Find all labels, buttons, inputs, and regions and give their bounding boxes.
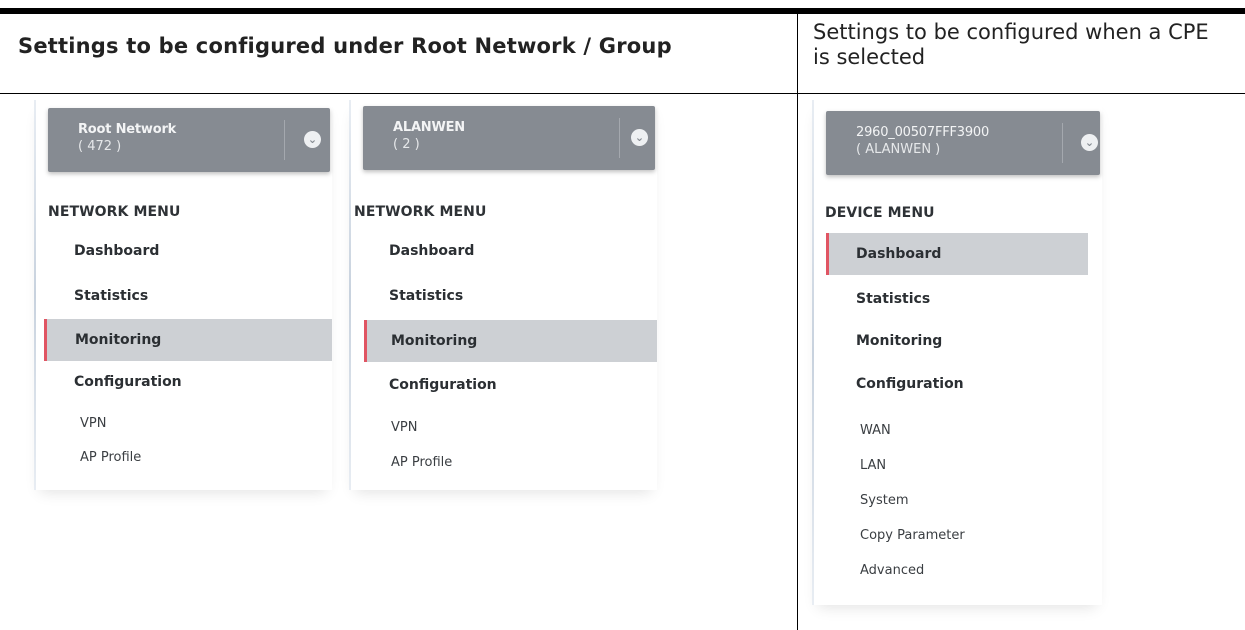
- selector-name: Root Network: [78, 122, 177, 137]
- selector-count: ( 2 ): [393, 137, 420, 152]
- menu-item-dashboard[interactable]: Dashboard: [74, 230, 332, 272]
- submenu-item-vpn[interactable]: VPN: [80, 416, 106, 431]
- menu-item-statistics[interactable]: Statistics: [74, 275, 332, 317]
- menu-item-statistics[interactable]: Statistics: [856, 278, 1088, 320]
- header-root-network-group: Settings to be configured under Root Net…: [18, 34, 672, 58]
- settings-table: Settings to be configured under Root Net…: [0, 0, 1245, 630]
- selector-divider: [284, 120, 285, 160]
- menu-item-monitoring[interactable]: Monitoring: [856, 320, 1088, 362]
- menu-item-monitoring[interactable]: Monitoring: [364, 320, 657, 362]
- menu-item-dashboard[interactable]: Dashboard: [389, 230, 657, 272]
- menu-item-dashboard[interactable]: Dashboard: [826, 233, 1088, 275]
- sidebar-root-network: Root Network ( 472 ) ⌄ NETWORK MENU Dash…: [34, 100, 332, 490]
- selector-name: 2960_00507FFF3900: [856, 125, 990, 140]
- table-column-divider: [797, 8, 798, 630]
- menu-item-configuration[interactable]: Configuration: [856, 363, 1088, 405]
- menu-heading: NETWORK MENU: [48, 204, 181, 220]
- chevron-down-circle-icon[interactable]: ⌄: [304, 131, 321, 148]
- menu-item-configuration[interactable]: Configuration: [74, 361, 332, 403]
- selector-count: ( ALANWEN ): [856, 142, 941, 157]
- selector-name: ALANWEN: [393, 120, 465, 135]
- selector-divider: [1062, 123, 1063, 163]
- table-top-border: [0, 8, 1245, 14]
- submenu-item-advanced[interactable]: Advanced: [860, 563, 924, 578]
- chevron-down-circle-icon[interactable]: ⌄: [631, 129, 648, 146]
- submenu-item-ap-profile[interactable]: AP Profile: [80, 450, 141, 465]
- network-selector[interactable]: Root Network ( 472 ) ⌄: [48, 108, 330, 172]
- submenu-item-vpn[interactable]: VPN: [391, 420, 417, 435]
- device-selector[interactable]: 2960_00507FFF3900 ( ALANWEN ) ⌄: [826, 111, 1100, 175]
- header-cpe-selected: Settings to be configured when a CPE is …: [813, 20, 1209, 69]
- submenu-item-lan[interactable]: LAN: [860, 458, 886, 473]
- chevron-down-circle-icon[interactable]: ⌄: [1081, 134, 1098, 151]
- submenu-item-ap-profile[interactable]: AP Profile: [391, 455, 452, 470]
- selector-divider: [619, 118, 620, 158]
- sidebar-cpe-device: 2960_00507FFF3900 ( ALANWEN ) ⌄ DEVICE M…: [812, 100, 1102, 605]
- sidebar-alanwen: ALANWEN ( 2 ) ⌄ NETWORK MENU Dashboard S…: [349, 100, 657, 490]
- menu-heading: NETWORK MENU: [354, 204, 487, 220]
- menu-item-statistics[interactable]: Statistics: [389, 275, 657, 317]
- menu-item-configuration[interactable]: Configuration: [389, 364, 657, 406]
- table-header-border: [0, 93, 1245, 94]
- submenu-item-system[interactable]: System: [860, 493, 908, 508]
- submenu-item-copy-parameter[interactable]: Copy Parameter: [860, 528, 965, 543]
- network-selector[interactable]: ALANWEN ( 2 ) ⌄: [363, 106, 655, 170]
- menu-item-monitoring[interactable]: Monitoring: [44, 319, 332, 361]
- menu-heading: DEVICE MENU: [825, 205, 935, 221]
- submenu-item-wan[interactable]: WAN: [860, 423, 891, 438]
- selector-count: ( 472 ): [78, 139, 122, 154]
